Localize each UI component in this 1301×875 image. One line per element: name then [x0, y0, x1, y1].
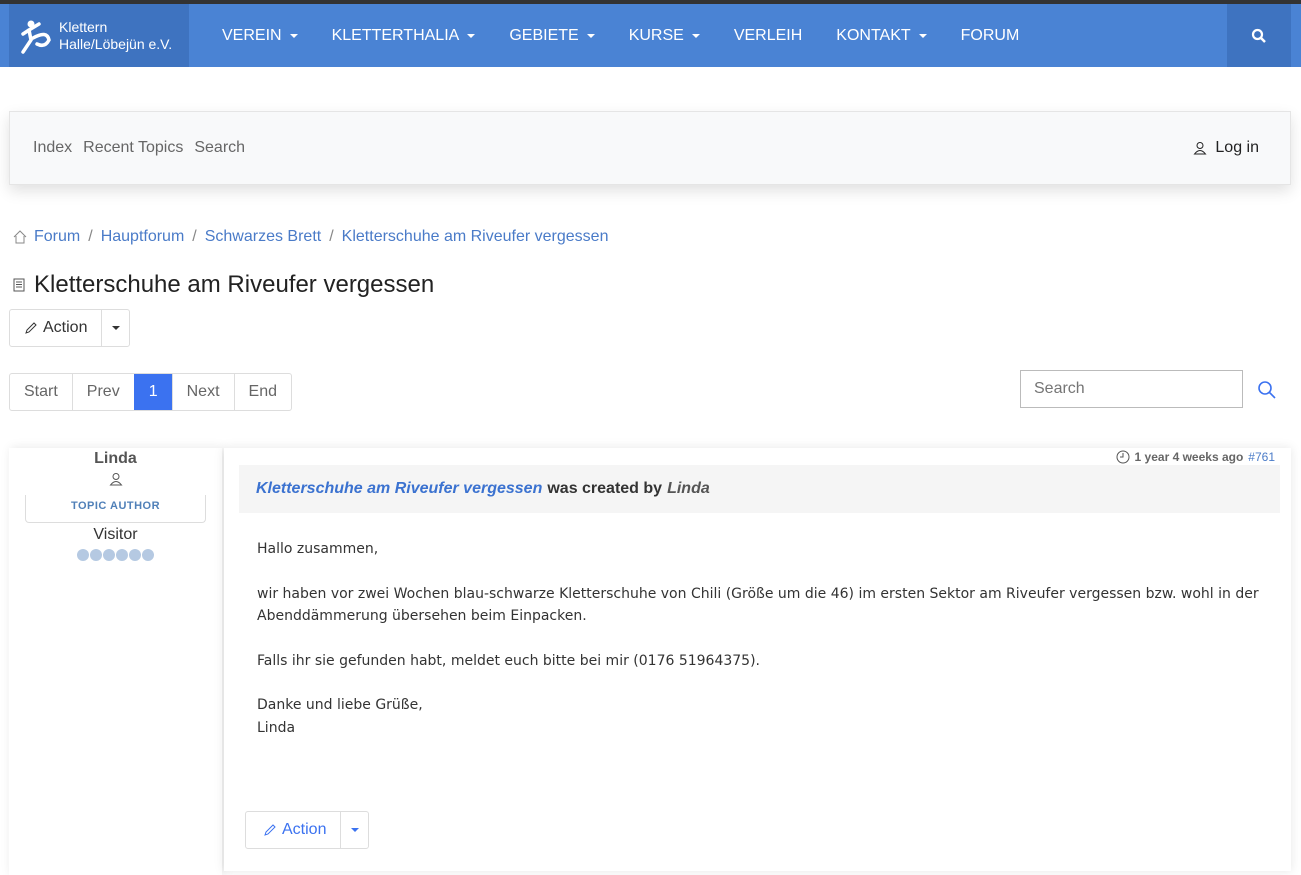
nav-label: GEBIETE: [509, 26, 579, 44]
nav-kontakt[interactable]: KONTAKT: [819, 27, 943, 45]
post-card: 1 year 4 weeks ago #761 Kletterschuhe am…: [224, 448, 1291, 871]
post-id-link[interactable]: #761: [1248, 450, 1275, 464]
logo-line1: Klettern: [59, 18, 108, 35]
breadcrumb: Forum / Hauptforum / Schwarzes Brett / Klet…: [12, 228, 608, 246]
page-1[interactable]: 1: [133, 374, 172, 410]
forum-menu-bar: Index Recent Topics Search Log in: [9, 111, 1291, 185]
post-body: Hallo zusammen, wir haben vor zwei Woche…: [257, 538, 1267, 739]
post-author-panel: Linda TOPIC AUTHOR Visitor: [9, 448, 222, 875]
pencil-icon: [264, 824, 276, 836]
caret-down-icon: [350, 828, 359, 832]
post-header: Kletterschuhe am Riveufer vergessen was …: [239, 465, 1280, 513]
nav-kurse[interactable]: KURSE: [612, 27, 717, 45]
post-paragraph: wir haben vor zwei Wochen blau-schwarze …: [257, 585, 1259, 625]
breadcrumb-schwarzes-brett[interactable]: Schwarzes Brett: [205, 228, 321, 246]
rank-dots: [9, 549, 222, 561]
author-name[interactable]: Linda: [9, 450, 222, 468]
rank-dot: [142, 549, 154, 561]
main-nav: VEREIN KLETTERTHALIA GEBIETE KURSE VERLEIH KO…: [205, 4, 1036, 67]
menu-search[interactable]: Search: [194, 139, 245, 157]
breadcrumb-sep: /: [88, 228, 93, 245]
post-signature: Linda: [257, 719, 296, 736]
pencil-icon: [25, 322, 37, 334]
nav-kletterthalia[interactable]: KLETTERTHALIA: [315, 27, 493, 45]
document-icon: [13, 278, 25, 292]
breadcrumb-sep: /: [329, 228, 334, 245]
page-prev[interactable]: Prev: [71, 374, 134, 410]
breadcrumb-forum[interactable]: Forum: [34, 228, 80, 246]
topic-action-button[interactable]: Action: [10, 310, 101, 346]
menu-index[interactable]: Index: [33, 139, 72, 157]
search-icon[interactable]: [1257, 380, 1277, 400]
breadcrumb-hauptforum[interactable]: Hauptforum: [101, 228, 185, 246]
nav-label: KONTAKT: [836, 26, 911, 44]
user-icon: [108, 473, 123, 486]
search-icon: [1251, 28, 1266, 43]
top-navbar: Klettern Halle/Löbejün e.V. VEREIN KLETTER…: [0, 0, 1301, 67]
caret-down-icon: [918, 33, 927, 38]
caret-down-icon: [289, 33, 298, 38]
rank-dot: [103, 549, 115, 561]
rank-dot: [90, 549, 102, 561]
created-by-text: was created by: [547, 480, 663, 497]
rank-dot: [116, 549, 128, 561]
nav-label: VEREIN: [222, 26, 282, 44]
post-user-link[interactable]: Linda: [667, 480, 710, 498]
nav-verleih[interactable]: VERLEIH: [717, 27, 819, 45]
topic-action-dropdown[interactable]: [101, 310, 129, 346]
page-title: Kletterschuhe am Riveufer vergessen: [12, 271, 434, 299]
nav-label: VERLEIH: [733, 26, 803, 44]
site-search-button[interactable]: [1227, 4, 1291, 67]
page-next[interactable]: Next: [171, 374, 234, 410]
caret-down-icon: [586, 33, 595, 38]
login-link[interactable]: Log in: [1193, 139, 1259, 157]
breadcrumb-sep: /: [192, 228, 197, 245]
nav-forum[interactable]: FORUM: [944, 27, 1037, 45]
post-paragraph: Hallo zusammen,: [257, 541, 379, 557]
nav-verein[interactable]: VEREIN: [205, 27, 315, 45]
post-paragraph: Falls ihr sie gefunden habt, meldet euch…: [257, 652, 761, 669]
logo-line2: Halle/Löbejün e.V.: [59, 35, 173, 52]
rank-dot: [77, 549, 89, 561]
post-action-button[interactable]: Action: [246, 812, 340, 848]
page-start[interactable]: Start: [10, 374, 72, 410]
user-icon: [1193, 142, 1207, 155]
title-text: Kletterschuhe am Riveufer vergessen: [34, 271, 435, 298]
action-label: Action: [282, 821, 327, 838]
caret-down-icon: [111, 326, 120, 330]
post-action-dropdown[interactable]: [340, 812, 368, 848]
topic-author-badge: TOPIC AUTHOR: [25, 495, 206, 523]
post-closing: Danke und liebe Grüße,: [257, 697, 423, 713]
post-action-group: Action: [245, 811, 370, 849]
post-time: 1 year 4 weeks ago: [1134, 450, 1244, 464]
clock-icon: [1116, 450, 1130, 464]
post-subject-link[interactable]: Kletterschuhe am Riveufer vergessen: [256, 480, 542, 498]
nav-label: FORUM: [960, 26, 1020, 44]
author-role: Visitor: [93, 526, 138, 543]
pagination: Start Prev 1 Next End: [9, 373, 292, 411]
caret-down-icon: [467, 33, 476, 38]
post-meta: 1 year 4 weeks ago #761: [1116, 450, 1275, 464]
climber-logo-icon: [21, 20, 51, 54]
breadcrumb-topic[interactable]: Kletterschuhe am Riveufer vergessen: [342, 228, 609, 246]
rank-dot: [129, 549, 141, 561]
nav-gebiete[interactable]: GEBIETE: [492, 27, 611, 45]
home-icon: [13, 230, 27, 244]
page-end[interactable]: End: [233, 374, 291, 410]
menu-recent-topics[interactable]: Recent Topics: [83, 139, 183, 157]
nav-label: KLETTERTHALIA: [331, 26, 460, 44]
site-logo[interactable]: Klettern Halle/Löbejün e.V.: [9, 4, 189, 67]
login-label: Log in: [1215, 139, 1259, 156]
topic-search-input[interactable]: [1020, 370, 1243, 408]
caret-down-icon: [691, 33, 700, 38]
nav-label: KURSE: [628, 26, 684, 44]
topic-action-group: Action: [9, 309, 131, 347]
action-label: Action: [43, 319, 88, 336]
